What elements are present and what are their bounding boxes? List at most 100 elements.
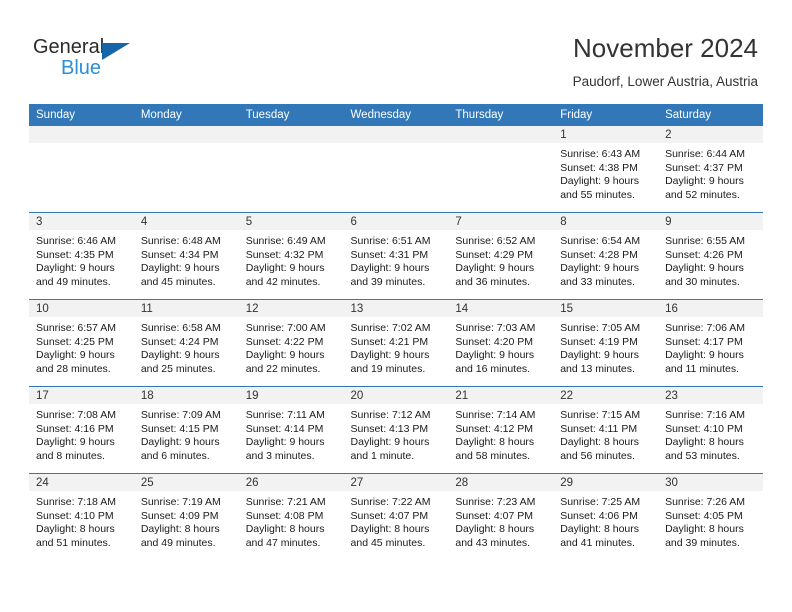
sunset-text: Sunset: 4:35 PM — [36, 248, 114, 261]
sunrise-text: Sunrise: 6:51 AM — [350, 235, 431, 247]
weekday-header-friday: Friday — [553, 104, 659, 126]
sunset-text: Sunset: 4:31 PM — [350, 248, 429, 261]
daylight-text-line2: and 6 minutes. — [140, 449, 210, 462]
day-details: Sunrise: 7:06 AM Sunset: 4:17 PM Daylight:… — [658, 317, 763, 376]
day-number: 11 — [133, 300, 239, 317]
daylight-text-line1: Daylight: 9 hours — [36, 262, 115, 275]
daylight-text-line2: and 16 minutes. — [455, 362, 531, 375]
day-details: Sunrise: 7:08 AM Sunset: 4:16 PM Daylight:… — [29, 404, 134, 463]
triangle-icon — [102, 43, 130, 60]
calendar-day-cell[interactable]: 14 Sunrise: 7:03 AM Sunset: 4:20 PM Dayligh… — [448, 299, 554, 387]
sunrise-text: Sunrise: 7:19 AM — [140, 496, 221, 508]
daylight-text-line1: Daylight: 9 hours — [560, 349, 640, 362]
daylight-text-line1: Daylight: 9 hours — [245, 262, 325, 275]
calendar-day-cell[interactable]: 15 Sunrise: 7:05 AM Sunset: 4:19 PM Dayligh… — [553, 299, 659, 387]
day-details: Sunrise: 7:00 AM Sunset: 4:22 PM Daylight:… — [239, 317, 344, 376]
calendar-day-cell[interactable]: 13 Sunrise: 7:02 AM Sunset: 4:21 PM Dayligh… — [343, 299, 449, 387]
sunset-text: Sunset: 4:16 PM — [36, 422, 114, 435]
calendar-week-row: 17 Sunrise: 7:08 AM Sunset: 4:16 PM Dayligh… — [29, 386, 763, 474]
daylight-text-line2: and 8 minutes. — [36, 449, 105, 462]
calendar-day-cell[interactable]: 10 Sunrise: 6:57 AM Sunset: 4:25 PM Dayligh… — [29, 299, 134, 387]
calendar-day-cell[interactable]: 28 Sunrise: 7:23 AM Sunset: 4:07 PM Dayligh… — [448, 473, 554, 560]
day-details: Sunrise: 7:18 AM Sunset: 4:10 PM Daylight:… — [29, 491, 134, 550]
daylight-text-line2: and 11 minutes. — [665, 362, 739, 375]
calendar-header-row: Sunday Monday Tuesday Wednesday Thursday… — [29, 104, 763, 126]
day-number: 26 — [238, 474, 344, 491]
daylight-text-line1: Daylight: 9 hours — [665, 262, 744, 275]
page-title: November 2024 — [573, 33, 758, 63]
daylight-text-line1: Daylight: 8 hours — [350, 523, 430, 536]
sunset-text: Sunset: 4:07 PM — [350, 509, 429, 522]
calendar-day-cell[interactable]: 8 Sunrise: 6:54 AM Sunset: 4:28 PM Daylight… — [553, 212, 659, 300]
sunrise-text: Sunrise: 6:44 AM — [665, 148, 746, 160]
day-number — [133, 126, 239, 143]
calendar-day-cell[interactable]: 4 Sunrise: 6:48 AM Sunset: 4:34 PM Daylight… — [133, 212, 239, 300]
weekday-header-thursday: Thursday — [448, 104, 554, 126]
daylight-text-line2: and 25 minutes. — [140, 362, 216, 375]
calendar-day-cell[interactable]: 1 Sunrise: 6:43 AM Sunset: 4:38 PM Daylight… — [553, 126, 659, 213]
sunset-text: Sunset: 4:21 PM — [350, 335, 429, 348]
day-number: 3 — [29, 213, 134, 230]
sunset-text: Sunset: 4:28 PM — [560, 248, 638, 261]
calendar-day-cell[interactable]: 26 Sunrise: 7:21 AM Sunset: 4:08 PM Dayligh… — [238, 473, 344, 560]
calendar-day-cell[interactable]: 3 Sunrise: 6:46 AM Sunset: 4:35 PM Daylight… — [29, 212, 134, 300]
calendar-day-cell[interactable]: 22 Sunrise: 7:15 AM Sunset: 4:11 PM Dayligh… — [553, 386, 659, 474]
calendar-day-cell[interactable]: 20 Sunrise: 7:12 AM Sunset: 4:13 PM Dayligh… — [343, 386, 449, 474]
sunset-text: Sunset: 4:12 PM — [455, 422, 534, 435]
calendar-day-cell[interactable]: 2 Sunrise: 6:44 AM Sunset: 4:37 PM Daylight… — [658, 126, 763, 213]
sunset-text: Sunset: 4:26 PM — [665, 248, 743, 261]
calendar-day-cell[interactable]: 19 Sunrise: 7:11 AM Sunset: 4:14 PM Dayligh… — [238, 386, 344, 474]
sunset-text: Sunset: 4:25 PM — [36, 335, 114, 348]
daylight-text-line1: Daylight: 9 hours — [560, 262, 640, 275]
daylight-text-line1: Daylight: 9 hours — [140, 349, 220, 362]
calendar-day-cell[interactable]: 27 Sunrise: 7:22 AM Sunset: 4:07 PM Dayligh… — [343, 473, 449, 560]
calendar-day-cell[interactable]: 11 Sunrise: 6:58 AM Sunset: 4:24 PM Dayligh… — [133, 299, 239, 387]
calendar-day-cell[interactable]: 9 Sunrise: 6:55 AM Sunset: 4:26 PM Daylight… — [658, 212, 763, 300]
daylight-text-line1: Daylight: 8 hours — [245, 523, 325, 536]
calendar-day-cell[interactable]: 17 Sunrise: 7:08 AM Sunset: 4:16 PM Dayligh… — [29, 386, 134, 474]
calendar-day-cell[interactable]: 18 Sunrise: 7:09 AM Sunset: 4:15 PM Dayligh… — [133, 386, 239, 474]
daylight-text-line2: and 30 minutes. — [665, 275, 740, 288]
calendar-day-cell[interactable]: 29 Sunrise: 7:25 AM Sunset: 4:06 PM Dayligh… — [553, 473, 659, 560]
calendar-day-cell[interactable]: 24 Sunrise: 7:18 AM Sunset: 4:10 PM Dayligh… — [29, 473, 134, 560]
daylight-text-line1: Daylight: 8 hours — [665, 436, 744, 449]
calendar-day-cell[interactable]: 23 Sunrise: 7:16 AM Sunset: 4:10 PM Dayligh… — [658, 386, 763, 474]
day-number: 6 — [343, 213, 449, 230]
sunset-text: Sunset: 4:13 PM — [350, 422, 429, 435]
day-details: Sunrise: 6:54 AM Sunset: 4:28 PM Daylight:… — [553, 230, 658, 289]
daylight-text-line2: and 49 minutes. — [36, 275, 111, 288]
sunrise-text: Sunrise: 7:02 AM — [350, 322, 431, 334]
day-details: Sunrise: 6:49 AM Sunset: 4:32 PM Daylight:… — [239, 230, 344, 289]
day-number: 16 — [658, 300, 763, 317]
calendar-day-cell[interactable]: 12 Sunrise: 7:00 AM Sunset: 4:22 PM Dayligh… — [238, 299, 344, 387]
daylight-text-line1: Daylight: 8 hours — [36, 523, 115, 536]
daylight-text-line2: and 41 minutes. — [560, 536, 635, 549]
day-number: 24 — [29, 474, 134, 491]
calendar-day-cell[interactable]: 21 Sunrise: 7:14 AM Sunset: 4:12 PM Dayligh… — [448, 386, 554, 474]
sunset-text: Sunset: 4:20 PM — [455, 335, 534, 348]
daylight-text-line2: and 43 minutes. — [455, 536, 531, 549]
day-number: 7 — [448, 213, 554, 230]
weekday-header-monday: Monday — [133, 104, 239, 126]
day-details: Sunrise: 7:05 AM Sunset: 4:19 PM Daylight:… — [553, 317, 658, 376]
sunset-text: Sunset: 4:29 PM — [455, 248, 534, 261]
day-number — [29, 126, 134, 143]
calendar-day-cell[interactable]: 30 Sunrise: 7:26 AM Sunset: 4:05 PM Dayligh… — [658, 473, 763, 560]
calendar-day-cell[interactable]: 16 Sunrise: 7:06 AM Sunset: 4:17 PM Dayligh… — [658, 299, 763, 387]
sunrise-text: Sunrise: 6:52 AM — [455, 235, 536, 247]
calendar-day-cell[interactable]: 25 Sunrise: 7:19 AM Sunset: 4:09 PM Dayligh… — [133, 473, 239, 560]
sunrise-text: Sunrise: 7:12 AM — [350, 409, 431, 421]
daylight-text-line2: and 58 minutes. — [455, 449, 531, 462]
day-number: 14 — [448, 300, 554, 317]
daylight-text-line1: Daylight: 9 hours — [560, 175, 640, 188]
calendar-day-cell[interactable]: 6 Sunrise: 6:51 AM Sunset: 4:31 PM Daylight… — [343, 212, 449, 300]
sunset-text: Sunset: 4:37 PM — [665, 161, 743, 174]
logo-text-general: General — [33, 36, 105, 58]
daylight-text-line2: and 49 minutes. — [140, 536, 216, 549]
sunrise-text: Sunrise: 6:43 AM — [560, 148, 641, 160]
calendar-day-cell[interactable]: 7 Sunrise: 6:52 AM Sunset: 4:29 PM Daylight… — [448, 212, 554, 300]
general-blue-logo[interactable]: General Blue — [33, 36, 183, 84]
day-number: 9 — [658, 213, 763, 230]
daylight-text-line1: Daylight: 9 hours — [350, 436, 430, 449]
calendar-day-cell[interactable]: 5 Sunrise: 6:49 AM Sunset: 4:32 PM Daylight… — [238, 212, 344, 300]
